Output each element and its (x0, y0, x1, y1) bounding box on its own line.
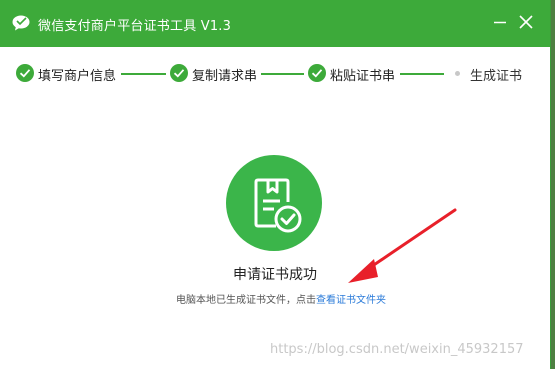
close-button[interactable] (514, 10, 538, 34)
progress-steps: 填写商户信息 复制请求串 粘贴证书串 生成证书 (0, 47, 550, 100)
step-label: 复制请求串 (192, 69, 258, 84)
step-label: 生成证书 (470, 69, 523, 84)
step-connector (261, 73, 304, 75)
open-cert-folder-link[interactable]: 查看证书文件夹 (316, 295, 386, 306)
result-panel: 申请证书成功 电脑本地已生成证书文件，点击查看证书文件夹 (0, 99, 550, 369)
certificate-check-icon (226, 155, 322, 251)
success-title: 申请证书成功 (233, 267, 317, 283)
success-description: 电脑本地已生成证书文件，点击查看证书文件夹 (0, 291, 555, 306)
window-title: 微信支付商户平台证书工具 V1.3 (38, 19, 232, 34)
step-connector (121, 73, 166, 75)
desktop-background (550, 0, 555, 369)
check-circle-icon (16, 64, 34, 82)
check-circle-icon (170, 64, 188, 82)
app-window: 微信支付商户平台证书工具 V1.3 填写商户信息 复制请求串 粘贴证书串 生成证… (0, 0, 550, 369)
success-description-text: 电脑本地已生成证书文件，点击 (176, 295, 316, 306)
watermark: https://blog.csdn.net/weixin_45932157 (270, 342, 524, 357)
wechat-pay-logo-icon (12, 15, 30, 31)
current-step-dot-icon (455, 71, 460, 76)
step-label: 粘贴证书串 (330, 69, 396, 84)
title-bar: 微信支付商户平台证书工具 V1.3 (0, 0, 550, 47)
minimize-button[interactable] (488, 10, 512, 34)
step-connector (400, 73, 444, 75)
step-label: 填写商户信息 (38, 69, 117, 84)
check-circle-icon (308, 64, 326, 82)
